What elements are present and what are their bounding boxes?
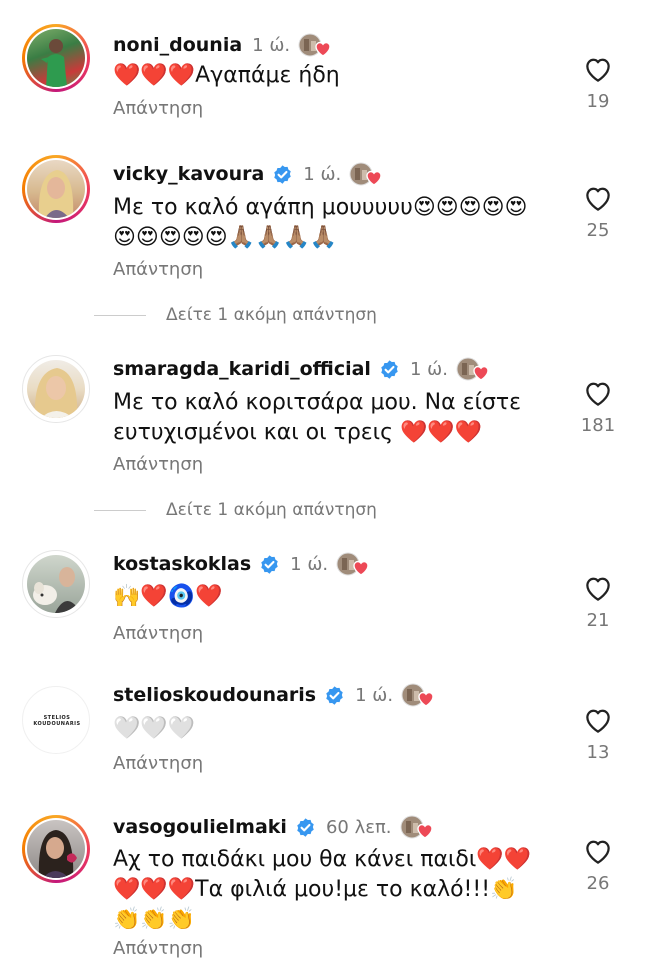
username[interactable]: vicky_kavoura — [113, 163, 264, 185]
comment-text: Με το καλό κοριτσάρα μου. Να είστε ευτυχ… — [113, 390, 522, 445]
liked-by-author-icon — [401, 682, 435, 710]
reply-button[interactable]: Απάντηση — [113, 454, 203, 475]
heart-icon[interactable] — [583, 379, 613, 409]
avatar-photo — [34, 368, 78, 418]
timestamp: 1 ώ. — [252, 34, 291, 56]
avatar[interactable] — [22, 155, 90, 223]
comment-text: 🙌❤️🧿❤️ — [113, 584, 223, 609]
verified-badge-icon — [259, 554, 280, 575]
like-count: 26 — [586, 873, 610, 894]
heart-icon[interactable] — [583, 574, 613, 604]
username[interactable]: kostaskoklas — [113, 553, 251, 575]
view-more-replies-label: Δείτε 1 ακόμη απάντηση — [166, 305, 377, 325]
liked-by-author-icon — [298, 32, 332, 60]
divider-line — [94, 314, 146, 316]
reply-button[interactable]: Απάντηση — [113, 98, 203, 119]
like-button[interactable]: 26 — [578, 837, 618, 894]
timestamp: 1 ώ. — [303, 163, 342, 185]
like-count: 19 — [586, 91, 610, 112]
avatar[interactable] — [22, 815, 90, 883]
liked-by-author-icon — [336, 551, 370, 579]
verified-badge-icon — [295, 817, 316, 838]
view-more-replies[interactable]: Δείτε 1 ακόμη απάντηση — [94, 500, 377, 520]
reply-button[interactable]: Απάντηση — [113, 623, 203, 644]
reply-button[interactable]: Απάντηση — [113, 259, 203, 280]
like-count: 181 — [580, 415, 616, 436]
like-button[interactable]: 19 — [578, 55, 618, 112]
like-button[interactable]: 21 — [578, 574, 618, 631]
view-more-replies-label: Δείτε 1 ακόμη απάντηση — [166, 500, 377, 520]
avatar-photo — [38, 170, 74, 218]
heart-icon[interactable] — [583, 837, 613, 867]
divider-line — [94, 509, 146, 511]
liked-by-author-icon — [456, 356, 490, 384]
verified-badge-icon — [379, 359, 400, 380]
avatar-photo — [41, 39, 67, 87]
avatar[interactable] — [22, 24, 90, 92]
username[interactable]: noni_dounia — [113, 34, 242, 56]
comment-text: ❤️❤️❤️Αγαπάμε ήδη — [113, 63, 340, 88]
heart-icon[interactable] — [583, 706, 613, 736]
like-count: 13 — [586, 742, 610, 763]
username[interactable]: smaragda_karidi_official — [113, 358, 371, 380]
like-button[interactable]: 25 — [578, 184, 618, 241]
heart-icon[interactable] — [583, 55, 613, 85]
timestamp: 60 λεπ. — [325, 816, 392, 838]
username[interactable]: stelioskoudounaris — [113, 684, 316, 706]
username[interactable]: vasogoulielmaki — [113, 816, 287, 838]
like-button[interactable]: 13 — [578, 706, 618, 763]
like-count: 25 — [586, 220, 610, 241]
liked-by-author-icon — [349, 161, 383, 189]
liked-by-author-icon — [400, 814, 434, 842]
avatar[interactable] — [22, 355, 90, 423]
avatar-photo — [38, 830, 77, 878]
like-count: 21 — [586, 610, 610, 631]
like-button[interactable]: 181 — [578, 379, 618, 436]
verified-badge-icon — [324, 685, 345, 706]
verified-badge-icon — [272, 164, 293, 185]
reply-button[interactable]: Απάντηση — [113, 938, 203, 959]
comment-text: 🤍🤍🤍 — [113, 716, 196, 741]
avatar[interactable]: STELIOS KOUDOUNARIS — [22, 686, 90, 754]
timestamp: 1 ώ. — [355, 684, 394, 706]
heart-icon[interactable] — [583, 184, 613, 214]
avatar-photo — [33, 567, 81, 613]
avatar-logo-text: STELIOS KOUDOUNARIS — [33, 715, 81, 727]
comment-text: Αχ το παιδάκι μου θα κάνει παιδι❤️❤️❤️❤️… — [113, 847, 532, 932]
timestamp: 1 ώ. — [290, 553, 329, 575]
avatar[interactable] — [22, 550, 90, 618]
view-more-replies[interactable]: Δείτε 1 ακόμη απάντηση — [94, 305, 377, 325]
timestamp: 1 ώ. — [409, 358, 448, 380]
comment-text: Με το καλό αγάπη μουυυυυ😍😍😍😍😍😍😍😍😍😍🙏🏽🙏🏽🙏🏽… — [113, 195, 528, 250]
reply-button[interactable]: Απάντηση — [113, 753, 203, 774]
